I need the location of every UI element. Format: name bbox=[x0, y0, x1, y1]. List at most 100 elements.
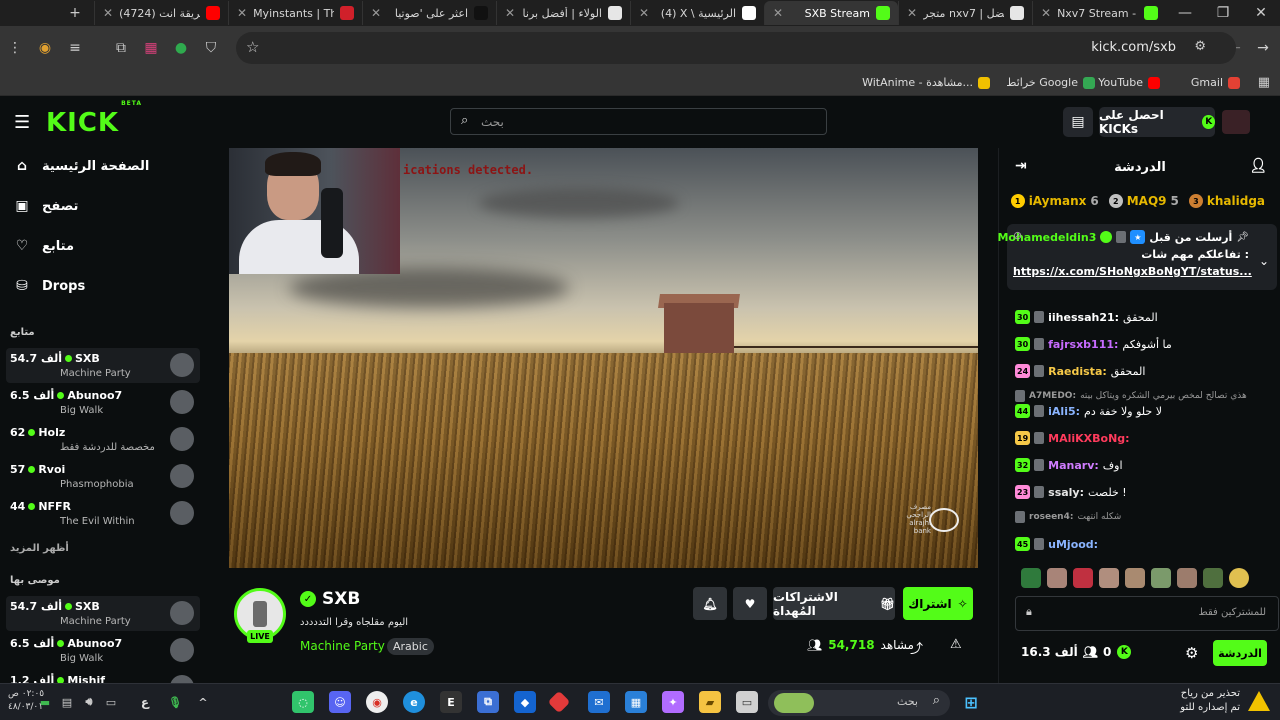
emote-icon[interactable] bbox=[1203, 568, 1223, 588]
chat-settings-icon[interactable]: ⚙ bbox=[1185, 644, 1198, 662]
tab-close-icon[interactable]: ✕ bbox=[1041, 6, 1051, 20]
store-icon[interactable]: ▦ bbox=[625, 691, 647, 713]
epic-games-icon[interactable]: E bbox=[440, 691, 462, 713]
network-icon[interactable]: ▤ bbox=[56, 691, 78, 713]
sidebar-channel[interactable]: 44 NFFR The Evil Within bbox=[6, 496, 200, 531]
sidebar-channel[interactable]: 6.5 ألف Abunoo7 Big Walk bbox=[6, 633, 200, 668]
teams-icon[interactable]: ⧉ bbox=[477, 691, 499, 713]
emote-icon[interactable] bbox=[1151, 568, 1171, 588]
dropbox-icon[interactable]: ◆ bbox=[514, 691, 536, 713]
chat-username[interactable]: Raedista: bbox=[1048, 365, 1107, 378]
bookmark-item[interactable]: Gmail bbox=[1191, 76, 1240, 89]
emote-icon[interactable] bbox=[1073, 568, 1093, 588]
extension-icon[interactable]: ◉ bbox=[36, 39, 54, 57]
extensions-puzzle-icon[interactable]: ⧉ bbox=[112, 39, 130, 57]
nav-item[interactable]: ⛁ Drops bbox=[14, 278, 85, 294]
follow-button[interactable]: ♥ bbox=[733, 587, 767, 620]
pinned-message[interactable]: 📌︎ أرسلت من قبل ★ Mohamedeldin3 ⊘ تفاعلك… bbox=[997, 224, 1277, 290]
emote-icon[interactable] bbox=[1125, 568, 1145, 588]
pinned-link[interactable]: https://x.com/SHoNgxBoNgYT/status... bbox=[1013, 265, 1252, 278]
streamer-name[interactable]: ✓ SXB bbox=[300, 589, 360, 609]
chrome-icon[interactable]: ◉ bbox=[366, 691, 388, 713]
chat-send-button[interactable]: الدردشة bbox=[1213, 640, 1267, 666]
browser-tab[interactable]: Myinstants | The ✕ bbox=[228, 1, 362, 25]
sidebar-channel[interactable]: 57 Rvoi Phasmophobia bbox=[6, 459, 200, 494]
chat-input[interactable]: للمشتركين فقط 🔒︎ bbox=[1015, 596, 1279, 631]
chat-username[interactable]: MAliKXBoNg: bbox=[1048, 432, 1129, 445]
bookmark-star-icon[interactable]: ☆ bbox=[246, 38, 259, 56]
close-window-button[interactable]: ✕ bbox=[1242, 5, 1280, 21]
sidebar-channel[interactable]: 6.5 ألف Abunoo7 Big Walk bbox=[6, 385, 200, 420]
report-icon[interactable]: ⚠ bbox=[950, 637, 962, 652]
category-link[interactable]: Machine Party bbox=[300, 639, 385, 653]
emote-icon[interactable] bbox=[1099, 568, 1119, 588]
bookmark-item[interactable]: YouTube bbox=[1098, 76, 1160, 89]
weather-widget[interactable]: تحذير من رياح تم إصداره للتو bbox=[1180, 687, 1270, 715]
chat-message[interactable]: 30 iihessah21: المحقق bbox=[1015, 310, 1158, 324]
app-icon[interactable]: ▭ bbox=[736, 691, 758, 713]
shield-icon[interactable]: ⛉ bbox=[202, 39, 220, 57]
nav-item[interactable]: ⌂ الصفحة الرئيسية bbox=[14, 158, 149, 174]
sidebar-channel[interactable]: 62 Holz مخصصة للدردشة فقط bbox=[6, 422, 200, 457]
leaderboard-entry[interactable]: 1 iAymanx 6 bbox=[1010, 191, 1099, 211]
browser-tab[interactable]: Nxv7 Stream - W ✕ bbox=[1032, 1, 1166, 25]
address-bar[interactable]: kick.com/sxb ⚙ ☆ bbox=[236, 32, 1236, 64]
input-language[interactable]: ع bbox=[134, 691, 156, 713]
sidebar-channel[interactable]: 54.7 ألف SXB Machine Party bbox=[6, 596, 200, 631]
new-tab-button[interactable]: + bbox=[56, 5, 94, 21]
tab-close-icon[interactable]: ✕ bbox=[639, 6, 649, 20]
chat-username[interactable]: iihessah21: bbox=[1048, 311, 1119, 324]
windows-start-icon[interactable]: ⊞ bbox=[960, 691, 982, 713]
taskbar-search[interactable]: بحث ⌕ bbox=[768, 690, 950, 716]
gift-store-icon[interactable]: ▤ bbox=[1063, 107, 1093, 137]
chat-message[interactable]: 32 Manarv: اوف bbox=[1015, 458, 1123, 472]
tab-close-icon[interactable]: ✕ bbox=[237, 6, 247, 20]
back-icon[interactable]: → bbox=[1254, 39, 1272, 57]
chat-username[interactable]: ssaly: bbox=[1048, 486, 1084, 499]
user-avatar[interactable] bbox=[1222, 110, 1250, 134]
get-kicks-button[interactable]: احصل على KICKs K bbox=[1099, 107, 1215, 137]
sidebar-channel[interactable]: 54.7 ألف SXB Machine Party bbox=[6, 348, 200, 383]
chat-message[interactable]: 24 Raedista: المحقق bbox=[1015, 364, 1145, 378]
language-tag[interactable]: Arabic bbox=[387, 638, 434, 655]
volume-icon[interactable]: 🔊︎ bbox=[78, 691, 100, 713]
share-icon[interactable]: ⤴ bbox=[910, 638, 923, 657]
leaderboard-entry[interactable]: 3 khalidga bbox=[1188, 191, 1269, 211]
tab-close-icon[interactable]: ✕ bbox=[103, 6, 113, 20]
chat-message[interactable]: roseen4: شكله انتهت bbox=[1015, 511, 1121, 523]
hamburger-menu-icon[interactable]: ☰ bbox=[14, 112, 30, 133]
subscribe-button[interactable]: اشتراك ✧ bbox=[903, 587, 973, 620]
chat-message[interactable]: 23 ssaly: خلصت ! bbox=[1015, 485, 1127, 499]
tab-close-icon[interactable]: ✕ bbox=[907, 6, 917, 20]
chat-username[interactable]: roseen4: bbox=[1029, 512, 1073, 522]
tab-close-icon[interactable]: ✕ bbox=[773, 6, 783, 20]
mail-icon[interactable]: ✉ bbox=[588, 691, 610, 713]
nav-item[interactable]: ♡ متابع bbox=[14, 238, 74, 254]
edge-icon[interactable]: e bbox=[403, 691, 425, 713]
chat-message[interactable]: 19 MAliKXBoNg: bbox=[1015, 431, 1134, 445]
chat-username[interactable]: Manarv: bbox=[1048, 459, 1099, 472]
chat-message[interactable]: 45 uMjood: bbox=[1015, 537, 1102, 551]
chat-message[interactable]: 30 fajrsxb111: ما أشوفكم bbox=[1015, 337, 1172, 351]
chat-username[interactable]: fajrsxb111: bbox=[1048, 338, 1118, 351]
mic-icon[interactable]: 🎙︎ bbox=[164, 691, 186, 713]
browser-tab[interactable]: الولاء | أفضل برنا ✕ bbox=[496, 1, 630, 25]
chat-username[interactable]: A7MEDO: bbox=[1029, 391, 1076, 401]
gift-subs-button[interactable]: الاشتراكات المُهداة 🎁︎ bbox=[773, 587, 895, 620]
show-more-link[interactable]: أظهر المزيد bbox=[10, 543, 69, 554]
minimize-window-button[interactable]: — bbox=[1166, 5, 1204, 21]
chat-username[interactable]: iAli5: bbox=[1048, 405, 1080, 418]
media-controls-icon[interactable]: ≡ bbox=[66, 39, 84, 57]
chat-message[interactable]: A7MEDO: هذي تصالح لمخص بيرمي الشكره ويتا… bbox=[1015, 390, 1247, 402]
bookmark-item[interactable]: خرائط Google bbox=[1006, 76, 1095, 89]
tray-expand-icon[interactable]: ^ bbox=[192, 691, 214, 713]
browser-tab[interactable]: متجر nxv7 | أفضل ✕ bbox=[898, 1, 1032, 25]
emote-icon[interactable] bbox=[1021, 568, 1041, 588]
file-explorer-icon[interactable]: ▰ bbox=[699, 691, 721, 713]
extension-3-icon[interactable]: ● bbox=[172, 39, 190, 57]
leaderboard-entry[interactable]: 2 MAQ9 5 bbox=[1108, 191, 1179, 211]
kick-logo[interactable]: KICKBETA bbox=[46, 100, 141, 138]
browser-tab[interactable]: اعثر على 'صوتيا ✕ bbox=[362, 1, 496, 25]
copilot-icon[interactable]: ✦ bbox=[662, 691, 684, 713]
users-icon[interactable]: 👤︎ bbox=[1249, 158, 1267, 174]
